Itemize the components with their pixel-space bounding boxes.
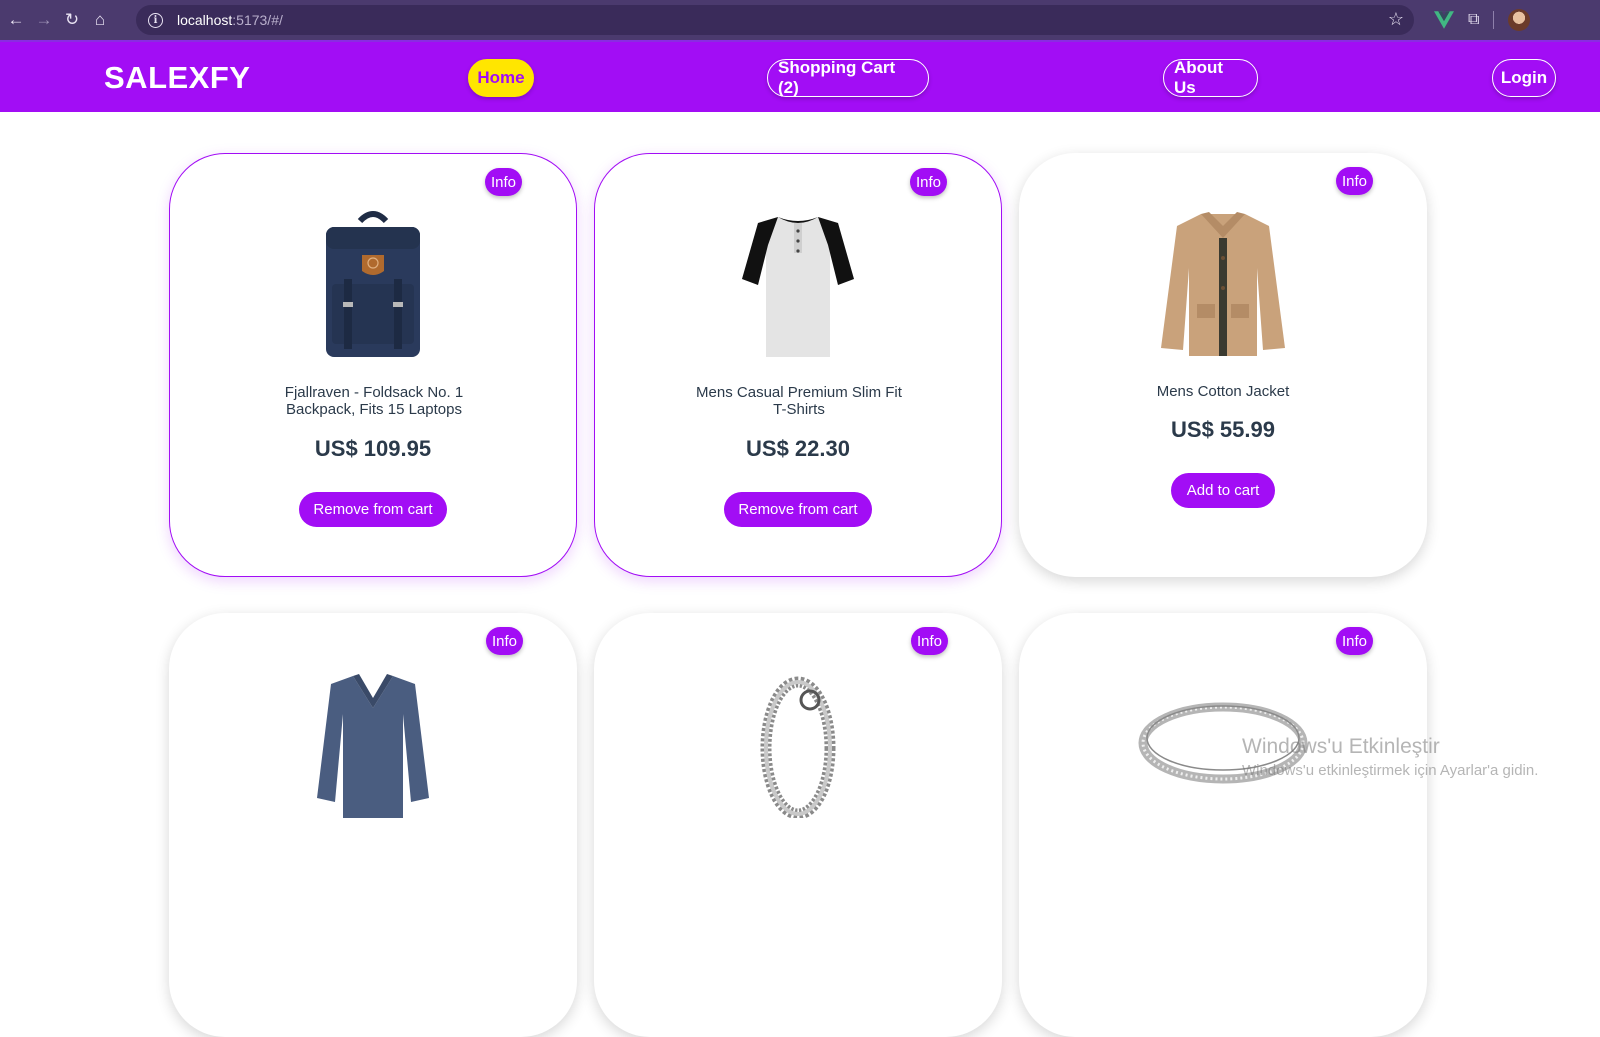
info-button[interactable]: Info [1335, 627, 1373, 655]
info-button[interactable]: Info [484, 168, 522, 196]
product-title: Mens Cotton Jacket [1156, 383, 1290, 400]
info-button[interactable]: Info [485, 627, 523, 655]
tshirt-image[interactable] [595, 209, 1001, 359]
nav-login-button[interactable]: Login [1492, 59, 1556, 97]
browser-toolbar: ← → ↻ ⌂ i localhost:5173/#/ ☆ ⧉ [0, 0, 1600, 40]
nav-shopping-cart-button[interactable]: Shopping Cart (2) [767, 58, 929, 97]
sweater-image[interactable] [169, 668, 577, 818]
info-button[interactable]: Info [1335, 167, 1373, 195]
url-path: :5173/#/ [232, 12, 283, 28]
toolbar-separator [1493, 11, 1495, 29]
forward-icon[interactable]: → [30, 6, 58, 34]
bracelet-image[interactable] [594, 668, 1002, 818]
backpack-image[interactable] [170, 209, 576, 359]
product-card: Info Mens Cotton Jacket US$ 55.99 Add to… [1019, 153, 1427, 577]
nav-home-button[interactable]: Home [468, 59, 534, 97]
back-icon[interactable]: ← [2, 6, 30, 34]
reload-icon[interactable]: ↻ [58, 6, 86, 34]
product-card: Info Mens Casual Premium Slim Fit T-Shir… [594, 153, 1002, 577]
home-icon[interactable]: ⌂ [86, 6, 114, 34]
remove-from-cart-button[interactable]: Remove from cart [724, 492, 872, 527]
product-price: US$ 55.99 [1171, 417, 1275, 442]
vue-devtools-icon[interactable] [1434, 11, 1454, 29]
extensions-area: ⧉ [1434, 9, 1531, 31]
bookmark-star-icon[interactable]: ☆ [1388, 9, 1404, 30]
url-host: localhost [177, 12, 233, 28]
brand-logo[interactable]: SALEXFY [104, 60, 250, 96]
watermark-subtitle: Windows'u etkinleştirmek için Ayarlar'a … [1242, 762, 1539, 779]
remove-from-cart-button[interactable]: Remove from cart [299, 492, 447, 527]
watermark-title: Windows'u Etkinleştir [1242, 735, 1440, 758]
info-button[interactable]: Info [909, 168, 947, 196]
product-title: Mens Casual Premium Slim Fit T-Shirts [696, 384, 902, 418]
windows-activation-watermark: Windows'u Etkinleştir Windows'u etkinleş… [1242, 735, 1538, 779]
jacket-image[interactable] [1019, 208, 1427, 358]
site-info-icon[interactable]: i [148, 12, 163, 28]
profile-avatar[interactable] [1508, 9, 1531, 31]
product-card: Info [169, 613, 577, 1037]
product-price: US$ 109.95 [314, 436, 432, 461]
site-header: SALEXFY Home Shopping Cart (2) About Us … [0, 40, 1600, 112]
add-to-cart-button[interactable]: Add to cart [1171, 473, 1275, 508]
address-bar[interactable]: i localhost:5173/#/ ☆ [136, 5, 1414, 35]
product-price: US$ 22.30 [746, 436, 850, 461]
extensions-puzzle-icon[interactable]: ⧉ [1468, 11, 1479, 29]
product-card: Info [594, 613, 1002, 1037]
product-title: Fjallraven - Foldsack No. 1 Backpack, Fi… [284, 384, 464, 418]
info-button[interactable]: Info [910, 627, 948, 655]
url-text[interactable]: localhost:5173/#/ [177, 12, 283, 28]
nav-about-us-button[interactable]: About Us [1163, 58, 1258, 97]
product-card: Info [1019, 613, 1427, 1037]
product-card: Info Fjallraven - Foldsack No. 1 Backpac… [169, 153, 577, 577]
